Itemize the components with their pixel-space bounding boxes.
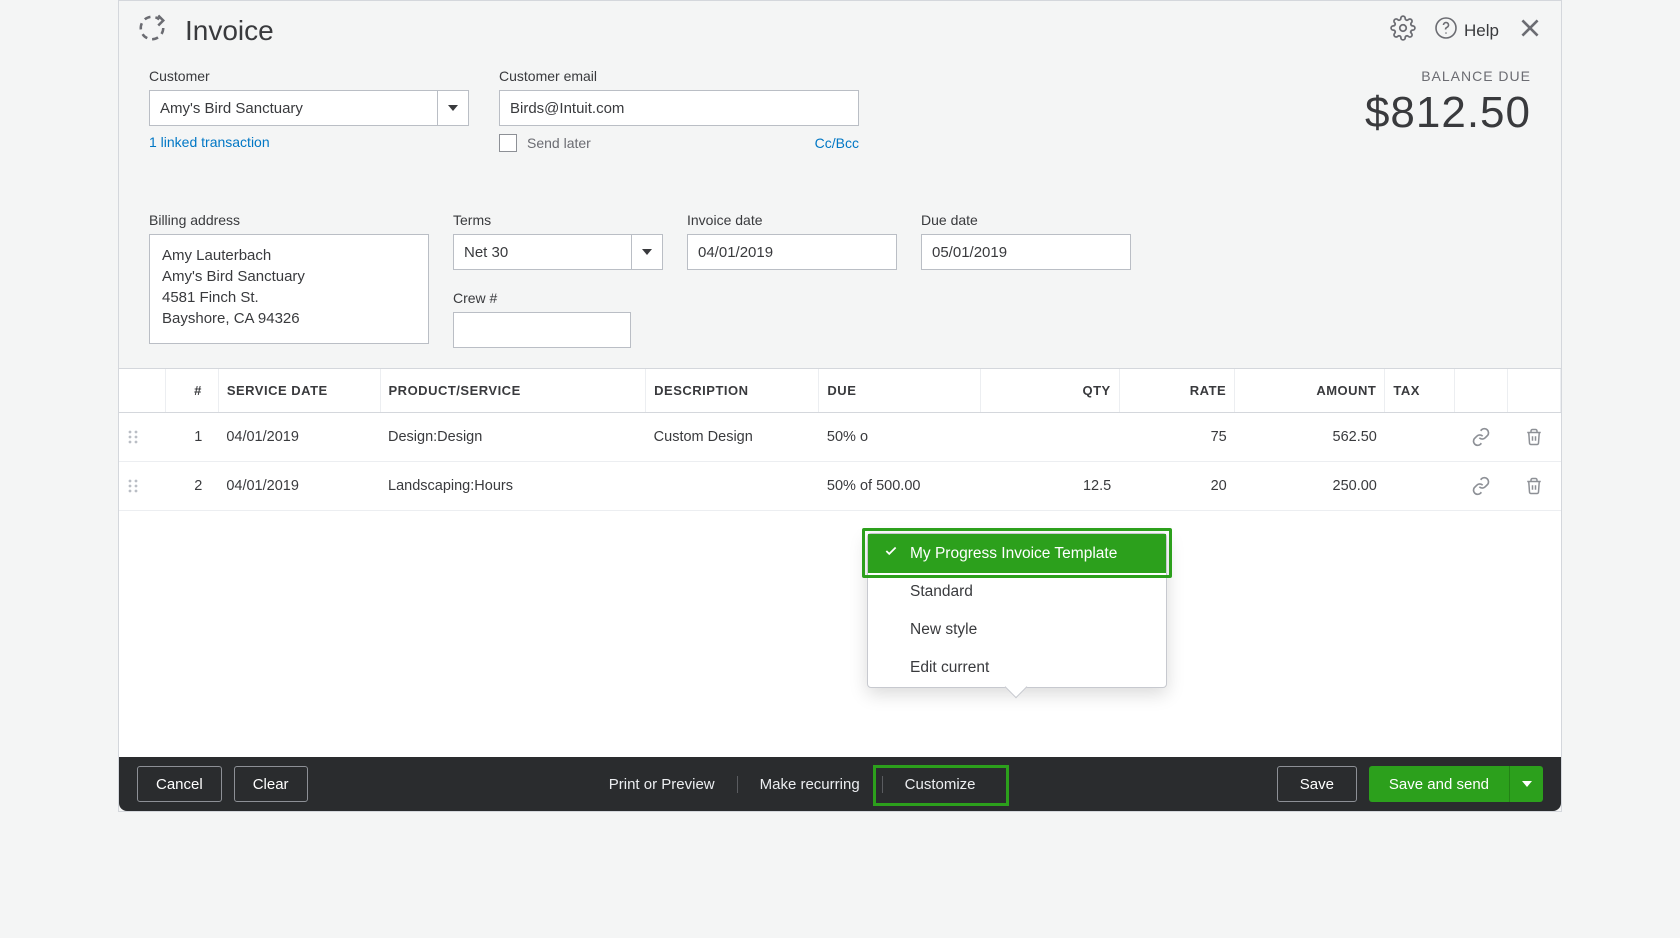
cell-product[interactable]: Landscaping:Hours xyxy=(380,462,646,511)
col-header-amount: AMOUNT xyxy=(1235,369,1385,413)
menu-label: Standard xyxy=(910,583,973,601)
drag-handle-icon[interactable] xyxy=(119,413,165,462)
cell-rate[interactable]: 75 xyxy=(1119,413,1235,462)
customize-menu-item-newstyle[interactable]: New style xyxy=(868,611,1166,649)
link-icon[interactable] xyxy=(1454,413,1507,462)
link-icon[interactable] xyxy=(1454,462,1507,511)
drag-handle-icon[interactable] xyxy=(119,462,165,511)
cell-service-date[interactable]: 04/01/2019 xyxy=(218,413,380,462)
page-title: Invoice xyxy=(185,15,274,47)
col-header-qty: QTY xyxy=(981,369,1120,413)
balance-due-amount: $812.50 xyxy=(1365,88,1531,138)
cell-description[interactable] xyxy=(646,462,819,511)
crew-field[interactable] xyxy=(453,312,631,348)
cell-amount[interactable]: 562.50 xyxy=(1235,413,1385,462)
trash-icon[interactable] xyxy=(1507,462,1560,511)
cell-tax[interactable] xyxy=(1385,413,1454,462)
cell-num: 2 xyxy=(165,462,218,511)
col-header-due: DUE xyxy=(819,369,981,413)
form-area: Customer 1 linked transaction Customer e… xyxy=(119,58,1561,368)
save-and-send-button[interactable]: Save and send xyxy=(1369,766,1509,802)
line-items-table: # SERVICE DATE PRODUCT/SERVICE DESCRIPTI… xyxy=(119,368,1561,757)
help-label: Help xyxy=(1464,21,1499,41)
trash-icon[interactable] xyxy=(1507,413,1560,462)
crew-label: Crew # xyxy=(453,290,663,306)
customize-link[interactable]: Customize xyxy=(882,776,998,793)
col-header-rate: RATE xyxy=(1119,369,1235,413)
clear-button[interactable]: Clear xyxy=(234,766,308,802)
menu-label: New style xyxy=(910,621,977,639)
menu-label: My Progress Invoice Template xyxy=(910,545,1117,563)
save-and-send-dropdown[interactable] xyxy=(1509,766,1543,802)
close-icon[interactable] xyxy=(1517,15,1543,46)
cell-rate[interactable]: 20 xyxy=(1119,462,1235,511)
customize-menu-item-selected[interactable]: My Progress Invoice Template xyxy=(868,534,1166,573)
email-field[interactable] xyxy=(499,90,859,126)
due-date-label: Due date xyxy=(921,212,1131,228)
billing-address-field[interactable]: Amy Lauterbach Amy's Bird Sanctuary 4581… xyxy=(149,234,429,344)
terms-label: Terms xyxy=(453,212,663,228)
cancel-button[interactable]: Cancel xyxy=(137,766,222,802)
gear-icon[interactable] xyxy=(1390,15,1416,46)
cell-tax[interactable] xyxy=(1385,462,1454,511)
cell-service-date[interactable]: 04/01/2019 xyxy=(218,462,380,511)
cell-due[interactable]: 50% of 500.00 xyxy=(819,462,981,511)
linked-transaction-link[interactable]: 1 linked transaction xyxy=(149,134,469,150)
ccbcc-link[interactable]: Cc/Bcc xyxy=(815,135,859,151)
page-header: Invoice Help xyxy=(119,1,1561,58)
due-date-field[interactable] xyxy=(921,234,1131,270)
cell-product[interactable]: Design:Design xyxy=(380,413,646,462)
terms-select[interactable] xyxy=(453,234,631,270)
send-later-label: Send later xyxy=(527,135,591,151)
col-header-num: # xyxy=(165,369,218,413)
invoice-date-label: Invoice date xyxy=(687,212,897,228)
col-header-description: DESCRIPTION xyxy=(646,369,819,413)
customer-label: Customer xyxy=(149,68,469,84)
cell-qty[interactable] xyxy=(981,413,1120,462)
cell-due[interactable]: 50% o xyxy=(819,413,981,462)
cell-qty[interactable]: 12.5 xyxy=(981,462,1120,511)
terms-dropdown-button[interactable] xyxy=(631,234,663,270)
col-header-product: PRODUCT/SERVICE xyxy=(380,369,646,413)
recurring-icon xyxy=(137,13,167,48)
save-button[interactable]: Save xyxy=(1277,766,1357,802)
billing-label: Billing address xyxy=(149,212,429,228)
send-later-checkbox[interactable] xyxy=(499,134,517,152)
print-preview-link[interactable]: Print or Preview xyxy=(587,776,737,793)
help-button[interactable]: Help xyxy=(1434,16,1499,45)
col-header-service-date: SERVICE DATE xyxy=(218,369,380,413)
cell-description[interactable]: Custom Design xyxy=(646,413,819,462)
customer-select[interactable] xyxy=(149,90,437,126)
customize-menu: My Progress Invoice Template Standard Ne… xyxy=(867,533,1167,688)
cell-amount[interactable]: 250.00 xyxy=(1235,462,1385,511)
col-header-tax: TAX xyxy=(1385,369,1454,413)
invoice-date-field[interactable] xyxy=(687,234,897,270)
customize-menu-item-standard[interactable]: Standard xyxy=(868,573,1166,611)
table-row[interactable]: 104/01/2019Design:DesignCustom Design50%… xyxy=(119,413,1561,462)
make-recurring-link[interactable]: Make recurring xyxy=(737,776,882,793)
balance-due-label: BALANCE DUE xyxy=(1365,68,1531,84)
cell-num: 1 xyxy=(165,413,218,462)
footer-bar: Cancel Clear Print or Preview Make recur… xyxy=(119,757,1561,811)
menu-label: Edit current xyxy=(910,659,989,677)
customer-dropdown-button[interactable] xyxy=(437,90,469,126)
email-label: Customer email xyxy=(499,68,859,84)
table-row[interactable]: 204/01/2019Landscaping:Hours 50% of 500.0… xyxy=(119,462,1561,511)
